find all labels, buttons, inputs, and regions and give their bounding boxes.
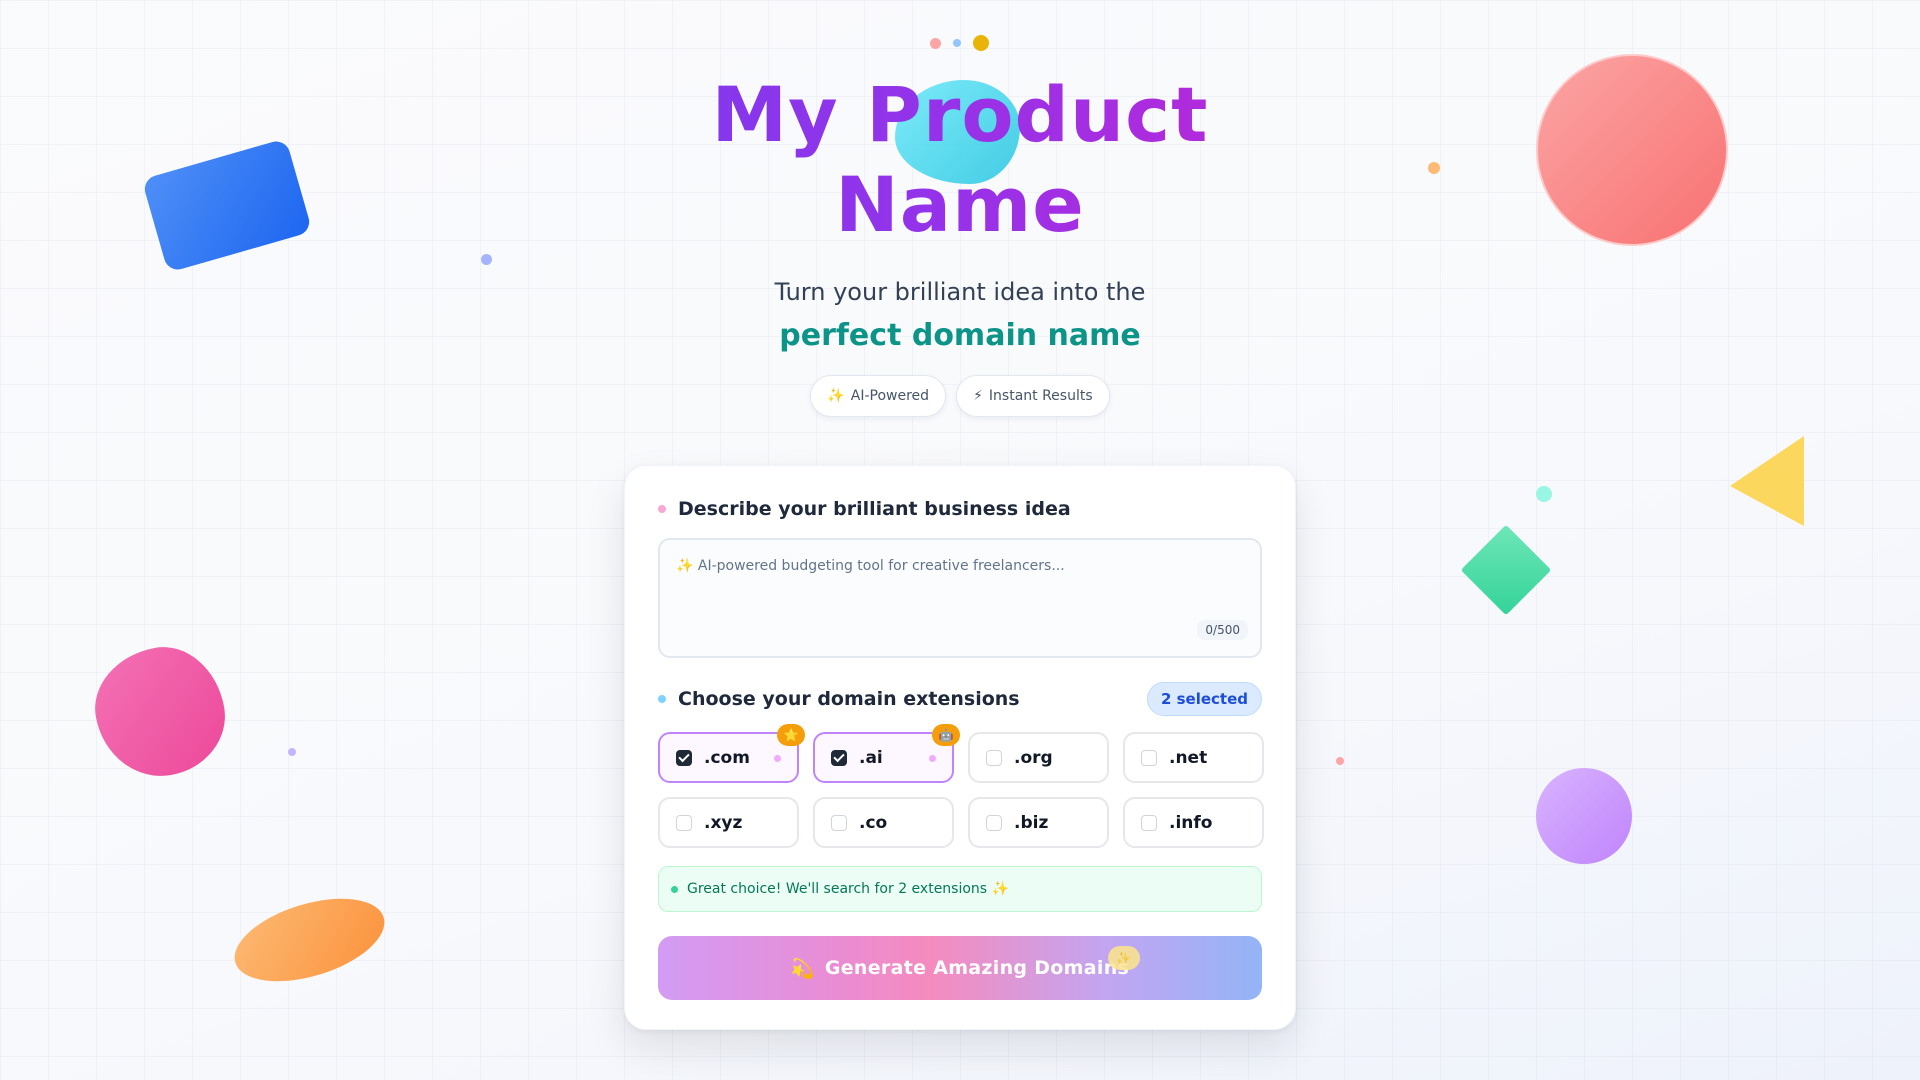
generate-domains-button[interactable]: 💫 Generate Amazing Domains ✨ bbox=[658, 936, 1262, 1000]
sparkles-icon: ✨ bbox=[827, 388, 845, 404]
purple-dot bbox=[481, 254, 492, 265]
blue-bullet-icon bbox=[658, 695, 666, 703]
red-dot bbox=[930, 37, 941, 49]
lightning-icon: ⚡ bbox=[973, 388, 983, 404]
orange-dot bbox=[1428, 162, 1440, 174]
orange-ellipse-shape bbox=[224, 882, 395, 998]
checkbox[interactable] bbox=[986, 814, 1002, 831]
extensions-label: Choose your domain extensions bbox=[678, 688, 1020, 710]
extension-info[interactable]: .info bbox=[1123, 797, 1264, 848]
extension-label: .co bbox=[859, 812, 888, 833]
domain-form-card: Describe your brilliant business idea 0/… bbox=[624, 465, 1296, 1030]
extension-com[interactable]: .com ⭐ bbox=[658, 724, 805, 783]
green-bullet-icon bbox=[671, 885, 678, 893]
pink-bullet-icon bbox=[658, 505, 666, 513]
yellow-triangle-shape bbox=[1730, 436, 1804, 526]
pink-blob-shape bbox=[85, 637, 235, 787]
idea-input[interactable] bbox=[676, 558, 1244, 618]
extension-label: .biz bbox=[1014, 812, 1049, 833]
idea-field-wrapper: 0/500 bbox=[658, 538, 1262, 658]
checkbox[interactable] bbox=[831, 749, 847, 766]
checkbox[interactable] bbox=[676, 749, 692, 766]
highlight-text: perfect domain name bbox=[779, 318, 1141, 353]
subtitle: Turn your brilliant idea into the bbox=[774, 278, 1146, 306]
extension-label: .xyz bbox=[704, 812, 743, 833]
extension-ai[interactable]: .ai 🤖 bbox=[813, 724, 960, 783]
green-diamond-shape bbox=[1460, 524, 1552, 616]
extension-xyz[interactable]: .xyz bbox=[658, 797, 799, 848]
title-line-1: My Product bbox=[711, 70, 1209, 159]
generate-label: Generate Amazing Domains bbox=[824, 957, 1130, 979]
blue-rectangle-shape bbox=[141, 138, 313, 273]
extension-label: .info bbox=[1169, 812, 1213, 833]
badge-instant-results: ⚡ Instant Results bbox=[956, 375, 1110, 417]
badge-label: AI-Powered bbox=[850, 388, 930, 404]
blue-dot bbox=[953, 39, 961, 47]
page-title: My Product Name bbox=[560, 70, 1360, 250]
gold-dot bbox=[973, 35, 989, 51]
checkbox[interactable] bbox=[1141, 814, 1157, 831]
checkbox[interactable] bbox=[831, 814, 847, 831]
idea-label: Describe your brilliant business idea bbox=[678, 498, 1071, 520]
extension-co[interactable]: .co bbox=[813, 797, 954, 848]
title-line-2: Name bbox=[835, 160, 1085, 249]
extension-label: .net bbox=[1169, 747, 1208, 768]
extension-label: .com bbox=[704, 747, 750, 768]
lavender-dot bbox=[288, 748, 296, 756]
pink-dot bbox=[1336, 757, 1344, 765]
top-dots bbox=[930, 35, 989, 51]
robot-icon: 🤖 bbox=[932, 724, 960, 746]
selected-count-badge: 2 selected bbox=[1146, 682, 1262, 716]
selected-dot bbox=[929, 755, 936, 762]
sparkle-icon: ✨ bbox=[1108, 946, 1140, 970]
checkbox[interactable] bbox=[986, 749, 1002, 766]
violet-circle-shape bbox=[1536, 768, 1632, 864]
extensions-label-row: Choose your domain extensions bbox=[658, 688, 1020, 710]
extension-biz[interactable]: .biz bbox=[968, 797, 1109, 848]
teal-dot bbox=[1536, 486, 1552, 502]
extensions-grid: .com ⭐ .ai 🤖 .org .net .xyz .co .biz .in… bbox=[658, 724, 1264, 848]
extension-org[interactable]: .org bbox=[968, 732, 1109, 783]
checkbox[interactable] bbox=[676, 814, 692, 831]
dizzy-icon: 💫 bbox=[790, 957, 815, 980]
star-icon: ⭐ bbox=[777, 724, 805, 746]
extension-label: .org bbox=[1014, 747, 1053, 768]
selected-dot bbox=[774, 755, 781, 762]
notice-text: Great choice! We'll search for 2 extensi… bbox=[687, 881, 1009, 897]
selection-notice: Great choice! We'll search for 2 extensi… bbox=[658, 866, 1262, 912]
extensions-header: Choose your domain extensions 2 selected bbox=[658, 682, 1262, 716]
extension-label: .ai bbox=[859, 747, 883, 768]
red-circle-shape bbox=[1536, 54, 1728, 246]
extension-net[interactable]: .net bbox=[1123, 732, 1264, 783]
idea-label-row: Describe your brilliant business idea bbox=[658, 498, 1262, 520]
char-counter: 0/500 bbox=[1197, 620, 1248, 640]
badge-label: Instant Results bbox=[988, 388, 1093, 404]
badge-ai-powered: ✨ AI-Powered bbox=[810, 375, 947, 417]
feature-badges: ✨ AI-Powered ⚡ Instant Results bbox=[560, 375, 1360, 417]
hero: My Product Name Turn your brilliant idea… bbox=[560, 70, 1360, 417]
checkbox[interactable] bbox=[1141, 749, 1157, 766]
